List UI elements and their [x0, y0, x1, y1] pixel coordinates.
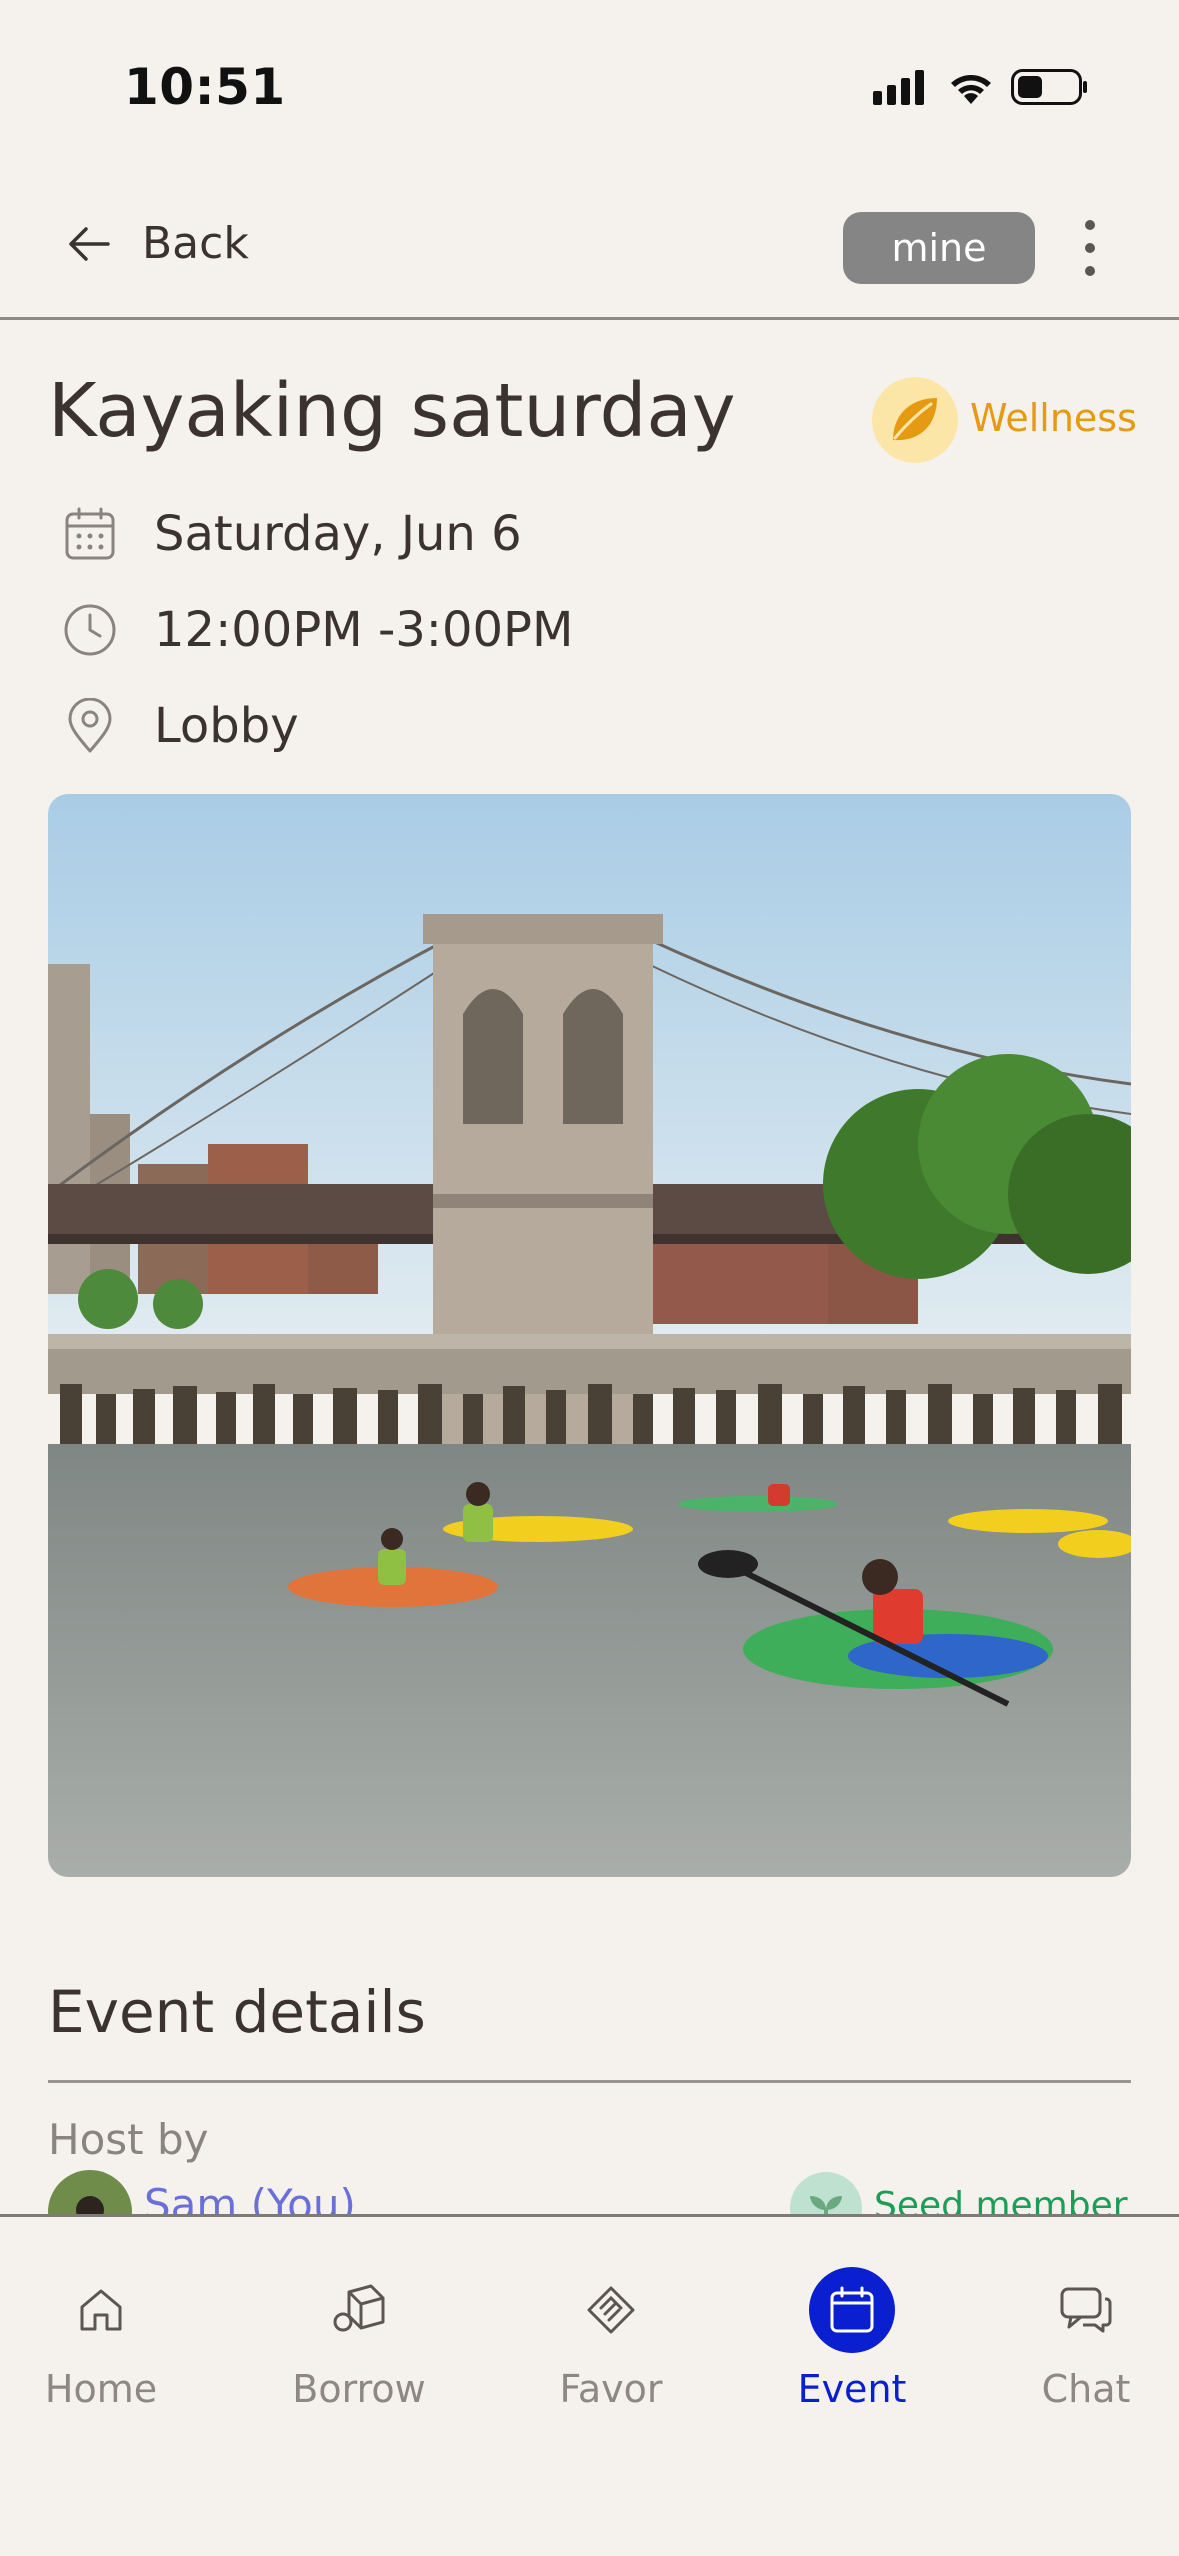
ownership-badge: mine: [843, 212, 1035, 284]
time-row: 12:00PM -3:00PM: [62, 602, 573, 658]
arrow-left-icon: [69, 226, 110, 261]
more-options-button[interactable]: [1070, 212, 1110, 284]
status-icons: [873, 64, 1089, 110]
more-dot: [1085, 243, 1095, 253]
tab-favor[interactable]: Favor: [511, 2267, 711, 2411]
event-title: Kayaking saturday: [48, 368, 736, 454]
tab-label: Favor: [559, 2367, 663, 2411]
tab-chat[interactable]: Chat: [986, 2267, 1179, 2411]
tab-borrow[interactable]: Borrow: [259, 2267, 459, 2411]
tab-label: Home: [44, 2367, 158, 2411]
back-label: Back: [142, 218, 249, 269]
battery-icon: [1011, 69, 1087, 105]
event-location: Lobby: [154, 698, 299, 754]
box-icon: [316, 2267, 402, 2353]
bottom-tab-bar: Home Borrow Favor Event Chat: [0, 2214, 1179, 2556]
event-time: 12:00PM -3:00PM: [154, 602, 574, 658]
location-row: Lobby: [62, 698, 299, 754]
tab-home[interactable]: Home: [1, 2267, 201, 2411]
wifi-icon: [951, 75, 991, 104]
tab-label: Event: [797, 2367, 907, 2411]
map-pin-icon: [62, 698, 118, 754]
more-dot: [1085, 220, 1095, 230]
home-icon: [58, 2267, 144, 2353]
event-details-heading: Event details: [48, 1978, 426, 2046]
event-photo: [48, 794, 1131, 1877]
category-label: Wellness: [970, 396, 1137, 440]
more-dot: [1085, 266, 1095, 276]
header-divider: [0, 317, 1179, 320]
host-label: Host by: [48, 2115, 209, 2164]
tab-event[interactable]: Event: [752, 2267, 952, 2411]
chat-icon: [1043, 2267, 1129, 2353]
cellular-signal-icon: [873, 70, 924, 105]
handshake-icon: [568, 2267, 654, 2353]
tab-label: Borrow: [292, 2367, 426, 2411]
status-time: 10:51: [124, 58, 286, 116]
back-button[interactable]: Back: [66, 218, 249, 269]
calendar-icon: [809, 2267, 895, 2353]
clock-icon: [62, 602, 118, 658]
section-divider: [48, 2080, 1131, 2083]
tab-label: Chat: [1041, 2367, 1131, 2411]
leaf-icon: [872, 377, 958, 463]
event-date: Saturday, Jun 6: [154, 506, 522, 562]
date-row: Saturday, Jun 6: [62, 506, 522, 562]
calendar-icon: [62, 506, 118, 562]
